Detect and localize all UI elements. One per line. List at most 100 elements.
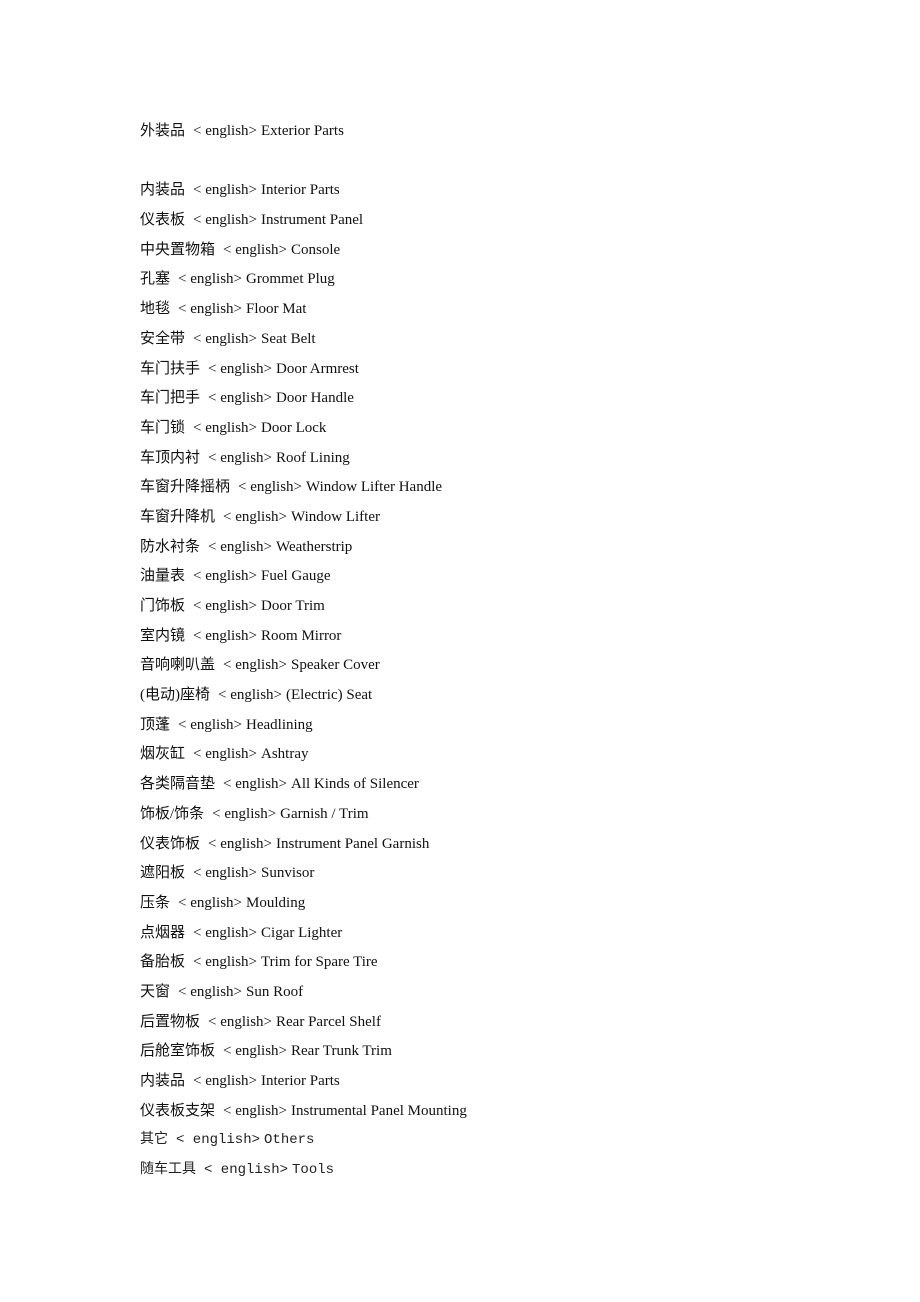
english-term: Window Lifter Handle: [306, 479, 443, 496]
language-tag: < english>: [223, 657, 288, 674]
language-tag: < english>: [208, 538, 273, 555]
chinese-term: 车顶内衬: [140, 449, 201, 466]
english-term: Ashtray: [261, 746, 309, 763]
glossary-entry: 随车工具 < english> Tools: [140, 1157, 467, 1187]
glossary-entry: 顶蓬 < english> Headlining: [140, 712, 467, 742]
chinese-term: 室内镜: [140, 627, 186, 644]
language-tag: < english>: [193, 419, 258, 436]
glossary-entry: 油量表 < english> Fuel Gauge: [140, 563, 467, 593]
glossary-entry: 孔塞 < english> Grommet Plug: [140, 266, 467, 296]
glossary-entry: 防水衬条 < english> Weatherstrip: [140, 534, 467, 564]
language-tag: < english>: [223, 1043, 288, 1060]
english-term: Speaker Cover: [291, 657, 380, 674]
chinese-term: 安全带: [140, 330, 186, 347]
language-tag: < english>: [178, 716, 243, 733]
language-tag: < english>: [208, 360, 273, 377]
chinese-term: 车窗升降机: [140, 508, 216, 525]
glossary-entry: 安全带 < english> Seat Belt: [140, 326, 467, 356]
language-tag: < english>: [238, 479, 303, 496]
english-term: Cigar Lighter: [261, 924, 343, 941]
english-term: Trim for Spare Tire: [261, 954, 378, 971]
glossary-entry: 车门锁 < english> Door Lock: [140, 415, 467, 445]
glossary-entry: 仪表饰板 < english> Instrument Panel Garnish: [140, 831, 467, 861]
glossary-entry: 中央置物箱 < english> Console: [140, 237, 467, 267]
chinese-term: 地毯: [140, 301, 171, 318]
glossary-entry: 点烟器 < english> Cigar Lighter: [140, 920, 467, 950]
chinese-term: 后舱室饰板: [140, 1043, 216, 1060]
glossary-entry: 车门把手 < english> Door Handle: [140, 385, 467, 415]
glossary-entry: 地毯 < english> Floor Mat: [140, 296, 467, 326]
chinese-term: 仪表板: [140, 212, 186, 229]
chinese-term: 遮阳板: [140, 865, 186, 882]
language-tag: < english>: [208, 1013, 273, 1030]
glossary-entry: 车顶内衬 < english> Roof Lining: [140, 445, 467, 475]
chinese-term: 天窗: [140, 983, 171, 1000]
chinese-term: 内装品: [140, 1073, 186, 1089]
english-term: Console: [291, 241, 341, 258]
chinese-term: 门饰板: [140, 598, 186, 614]
chinese-term: 车窗升降摇柄: [140, 479, 231, 496]
chinese-term: 仪表饰板: [140, 835, 201, 852]
glossary-entry: 车窗升降机 < english> Window Lifter: [140, 504, 467, 534]
language-tag: < english>: [223, 1102, 288, 1119]
language-tag: < english>: [193, 924, 258, 941]
english-term: Floor Mat: [246, 301, 307, 318]
glossary-entry: 内装品 < english> Interior Parts: [140, 177, 467, 207]
glossary-entry: 遮阳板 < english> Sunvisor: [140, 860, 467, 890]
chinese-term: 饰板/饰条: [140, 805, 205, 822]
glossary-entry: 室内镜 < english> Room Mirror: [140, 623, 467, 653]
english-term: Room Mirror: [261, 627, 342, 644]
chinese-term: 内装品: [140, 182, 186, 199]
chinese-term: 备胎板: [140, 954, 186, 971]
chinese-term: 中央置物箱: [140, 241, 216, 258]
glossary-entry: 压条 < english> Moulding: [140, 890, 467, 920]
language-tag: < english>: [193, 182, 258, 199]
language-tag: < english>: [208, 390, 273, 407]
glossary-entry: 其它 < english> Others: [140, 1127, 467, 1157]
english-term: Interior Parts: [261, 182, 340, 199]
language-tag: < english>: [193, 1073, 258, 1089]
glossary-entry: 后舱室饰板 < english> Rear Trunk Trim: [140, 1038, 467, 1068]
english-term: Sunvisor: [261, 865, 315, 882]
english-term: (Electric) Seat: [286, 687, 373, 704]
glossary-entry: 仪表板 < english> Instrument Panel: [140, 207, 467, 237]
english-term: Weatherstrip: [276, 538, 353, 555]
language-tag: < english>: [193, 627, 258, 644]
chinese-term: 后置物板: [140, 1013, 201, 1030]
language-tag: < english>: [208, 449, 273, 466]
language-tag: < english>: [178, 983, 243, 1000]
glossary-entry: 车门扶手 < english> Door Armrest: [140, 356, 467, 386]
language-tag: < english>: [178, 271, 243, 288]
language-tag: < english>: [223, 241, 288, 258]
english-term: Exterior Parts: [261, 123, 344, 139]
glossary-entry: 内装品 < english> Interior Parts: [140, 1068, 467, 1098]
chinese-term: 外装品: [140, 123, 186, 139]
language-tag: < english>: [178, 894, 243, 911]
chinese-term: (电动)座椅: [140, 687, 210, 704]
language-tag: < english>: [208, 835, 273, 852]
glossary-entry: 音响喇叭盖 < english> Speaker Cover: [140, 652, 467, 682]
language-tag: < english>: [193, 123, 258, 139]
language-tag: < english>: [223, 776, 288, 793]
chinese-term: 车门把手: [140, 390, 201, 407]
english-term: Sun Roof: [246, 983, 304, 1000]
english-term: All Kinds of Silencer: [291, 776, 419, 793]
english-term: Rear Parcel Shelf: [276, 1013, 381, 1030]
english-term: Fuel Gauge: [261, 568, 331, 585]
chinese-term: 压条: [140, 894, 171, 911]
english-term: Garnish / Trim: [280, 805, 369, 822]
english-term: Interior Parts: [261, 1073, 340, 1089]
language-tag: < english>: [193, 954, 258, 971]
english-term: Roof Lining: [276, 449, 350, 466]
language-tag: < english>: [193, 212, 258, 229]
english-term: Grommet Plug: [246, 271, 335, 288]
glossary-entry: 饰板/饰条 < english> Garnish / Trim: [140, 801, 467, 831]
english-term: Door Trim: [261, 598, 325, 614]
chinese-term: 烟灰缸: [140, 746, 186, 763]
english-term: Instrument Panel Garnish: [276, 835, 430, 852]
english-term: Instrumental Panel Mounting: [291, 1102, 467, 1119]
english-term: Others: [264, 1132, 315, 1149]
language-tag: < english>: [193, 865, 258, 882]
english-term: Rear Trunk Trim: [291, 1043, 392, 1060]
language-tag: < english>: [193, 330, 258, 347]
